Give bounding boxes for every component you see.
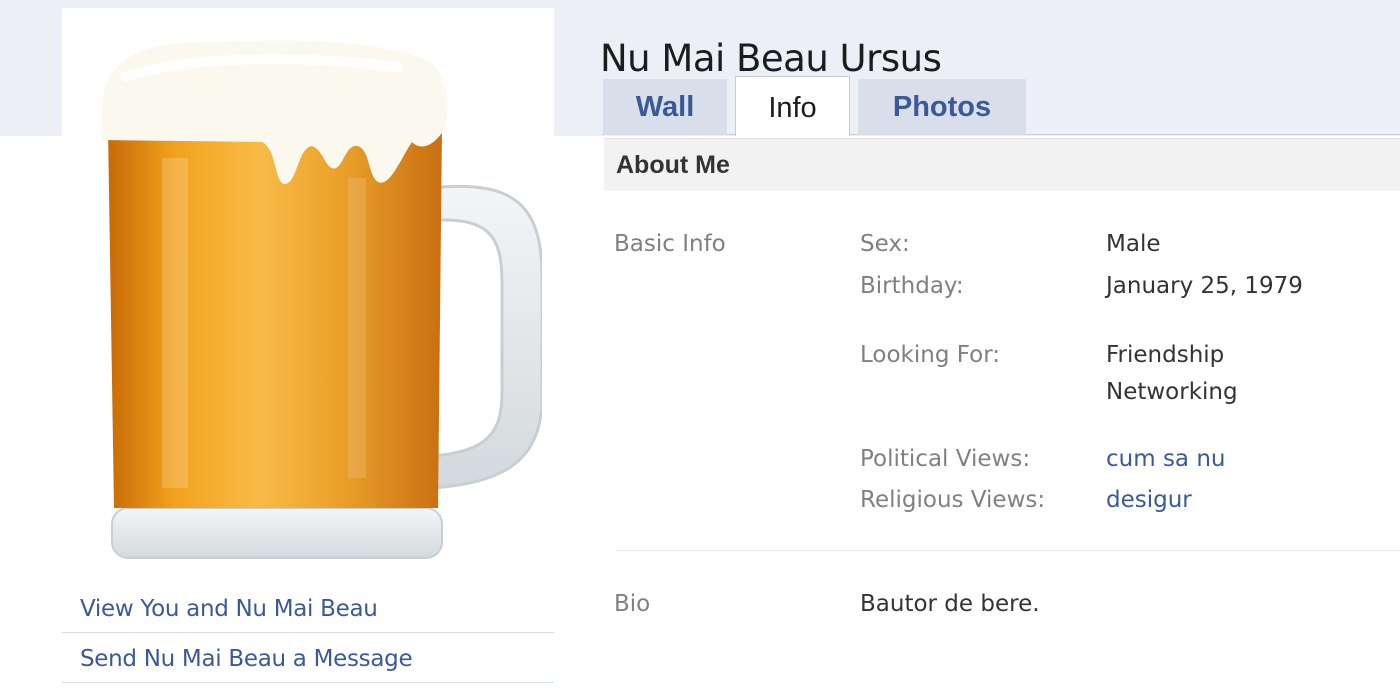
sex-value: Male [1106,231,1161,257]
about-me-header: About Me [604,138,1400,191]
glass-highlight [162,158,188,488]
bio-value: Bautor de bere. [860,591,1040,617]
basic-info-label: Basic Info [614,231,726,257]
profile-name: Nu Mai Beau Ursus [600,36,942,80]
bio-label: Bio [614,591,651,617]
view-you-and-friend-link[interactable]: View You and Nu Mai Beau [80,596,378,622]
sex-label: Sex: [860,231,910,257]
birthday-value: January 25, 1979 [1106,273,1303,299]
menu-divider [62,632,554,633]
looking-for-networking: Networking [1106,379,1238,405]
tab-info[interactable]: Info [735,76,850,136]
beer-body [108,128,442,508]
send-message-link[interactable]: Send Nu Mai Beau a Message [80,646,413,672]
about-me-title: About Me [616,151,730,179]
menu-divider [62,682,554,683]
left-column: View You and Nu Mai Beau Send Nu Mai Bea… [62,8,554,700]
section-divider [616,550,1400,551]
mug-handle [430,184,542,490]
religious-views-label: Religious Views: [860,487,1046,513]
political-views-label: Political Views: [860,446,1031,472]
political-views-link[interactable]: cum sa nu [1106,446,1225,472]
religious-views-link[interactable]: desigur [1106,487,1192,513]
mug-base [111,507,443,559]
birthday-label: Birthday: [860,273,964,299]
looking-for-label: Looking For: [860,342,1001,368]
tab-photos[interactable]: Photos [858,79,1026,135]
profile-picture[interactable] [102,38,542,568]
tab-wall[interactable]: Wall [603,79,727,135]
looking-for-friendship: Friendship [1106,342,1225,368]
